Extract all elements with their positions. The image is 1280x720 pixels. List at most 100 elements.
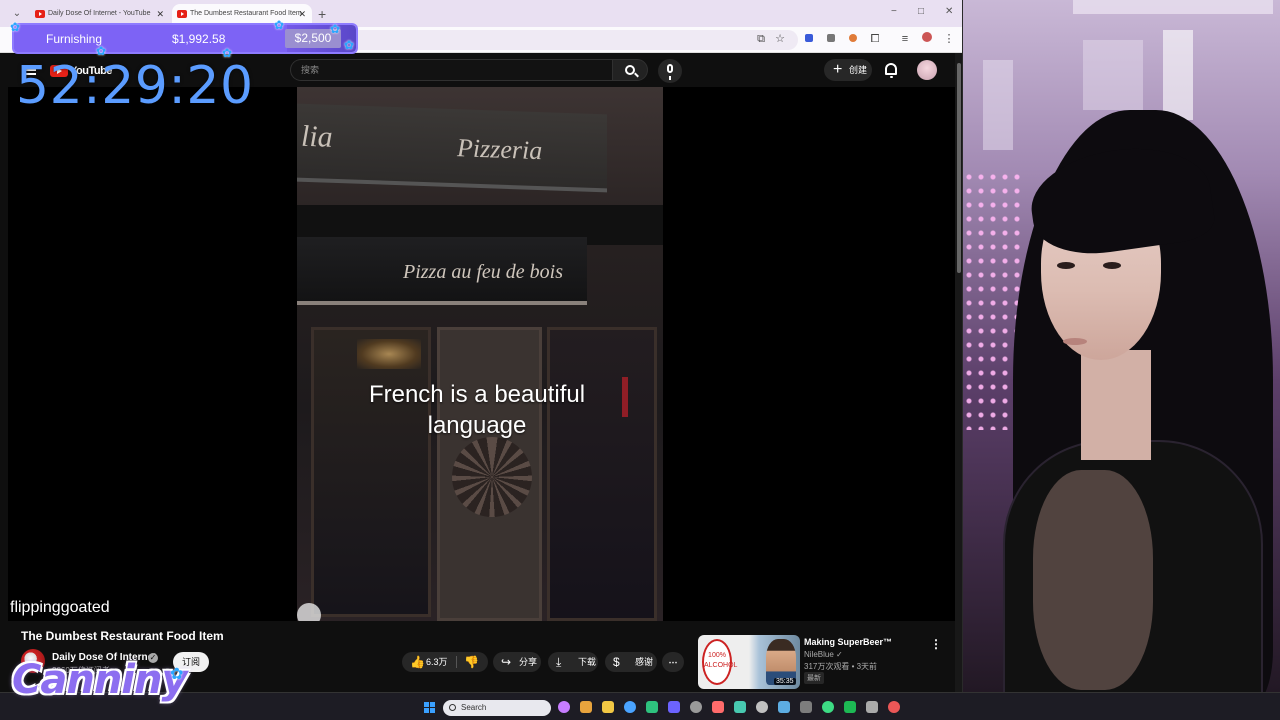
restaurant-window [547, 327, 657, 621]
windows-start-icon[interactable] [424, 702, 435, 713]
taskbar-app-icon[interactable] [844, 701, 856, 713]
goal-current-amount: $1,992.58 [172, 32, 226, 46]
sign-text: Pizza au feu de bois [403, 261, 563, 283]
caption-line: French is a beautiful [368, 381, 586, 408]
eye [1057, 262, 1075, 269]
search-button[interactable] [612, 59, 648, 81]
taskbar-app-icon[interactable] [668, 701, 680, 713]
caption-line: language [427, 412, 527, 439]
plus-icon: + [833, 61, 843, 78]
flower-icon: ✿ [10, 20, 21, 34]
profile-icon[interactable] [920, 32, 934, 46]
voice-search-button[interactable] [658, 59, 682, 83]
taskbar-app-icon[interactable] [800, 701, 812, 713]
download-button[interactable]: ⤓ 下载 [548, 652, 598, 672]
video-duration: 35:35 [774, 678, 796, 685]
menu-icon[interactable]: ⋮ [942, 32, 956, 46]
flower-icon: ✿ [330, 22, 341, 36]
streamer-logo: Canniny [12, 657, 188, 703]
taskbar-app-icon[interactable] [580, 701, 592, 713]
install-icon[interactable]: ⧉ [754, 32, 768, 46]
tab-title: Daily Dose Of Internet - YouTube [48, 10, 151, 17]
like-icon[interactable]: 👍 [410, 652, 425, 672]
share-button[interactable]: ↪ 分享 [493, 652, 541, 672]
like-count[interactable]: 6.3万 [426, 652, 448, 672]
like-dislike-group: 👍 6.3万 👎 [402, 652, 488, 672]
recommended-thumbnail[interactable]: 100% ALCOHOL 35:35 [698, 635, 800, 689]
door-fan-ornament [452, 437, 532, 517]
close-window-button[interactable]: ✕ [945, 6, 953, 17]
taskbar-app-icon[interactable] [778, 701, 790, 713]
new-tab-button[interactable]: + [318, 6, 326, 22]
new-badge: 最新 [804, 672, 824, 684]
minimize-button[interactable]: − [891, 6, 897, 17]
media-icon[interactable]: ≡ [898, 32, 912, 46]
download-label: 下载 [578, 657, 597, 667]
search-icon [449, 704, 456, 711]
taskbar-app-icon[interactable] [712, 701, 724, 713]
recommended-meta: 317万次观看 • 3天前 [804, 662, 878, 671]
taskbar-search-input[interactable]: Search [443, 700, 551, 716]
thanks-icon: $ [613, 655, 620, 669]
lips [1063, 338, 1087, 345]
pizzeria-sign: lia Pizzeria [297, 103, 607, 193]
tab-daily-dose[interactable]: Daily Dose Of Internet - YouTube ✕ [30, 4, 170, 27]
puzzle-icon[interactable]: ⧠ [868, 32, 882, 46]
jar [1163, 30, 1193, 120]
taskbar-app-icon[interactable] [822, 701, 834, 713]
extension-icon[interactable] [846, 32, 860, 46]
recommended-menu-icon[interactable]: ⋮ [930, 637, 942, 651]
subathon-timer: 52:29:20 [16, 56, 254, 116]
streamer-chest [1033, 470, 1153, 690]
recommended-channel[interactable]: NileBlue ✓ [804, 650, 843, 659]
divider [456, 656, 457, 668]
taskbar-app-icon[interactable] [888, 701, 900, 713]
taskbar-app-icon[interactable] [866, 701, 878, 713]
windows-taskbar: Search [0, 692, 1280, 720]
flower-icon: ✿ [274, 18, 285, 32]
video-player[interactable]: lia Pizzeria Pizza au feu de bois French… [8, 87, 955, 621]
scrollbar-thumb[interactable] [957, 63, 961, 273]
taskbar-app-icon[interactable] [646, 701, 658, 713]
taskbar-app-icon[interactable] [756, 701, 768, 713]
video-frame: lia Pizzeria Pizza au feu de bois French… [297, 87, 663, 621]
donation-goal-bar: Furnishing $1,992.58 $2,500 [14, 25, 356, 52]
webcam-feed [963, 0, 1280, 692]
taskbar-app-icon[interactable] [624, 701, 636, 713]
taskbar-app-icon[interactable] [558, 701, 570, 713]
account-avatar[interactable] [917, 60, 937, 80]
taskbar-app-icon[interactable] [734, 701, 746, 713]
books [1083, 40, 1143, 110]
bookmark-star-icon[interactable]: ☆ [773, 32, 787, 46]
search-icon [625, 65, 635, 75]
more-actions-button[interactable]: ⋯ [662, 652, 684, 672]
tab-close-icon[interactable]: ✕ [156, 4, 164, 24]
thanks-button[interactable]: $ 感谢 [605, 652, 657, 672]
shelf [983, 60, 1013, 150]
taskbar-app-icon[interactable] [602, 701, 614, 713]
recommended-video[interactable]: 100% ALCOHOL 35:35 Making SuperBeer™ Nil… [698, 635, 948, 691]
taskbar-app-icon[interactable] [690, 701, 702, 713]
chat-username: flippinggoated [10, 599, 110, 616]
cursor-indicator [297, 603, 321, 621]
tab-title: The Dumbest Restaurant Food Item [190, 10, 302, 17]
extension-icon[interactable] [802, 32, 816, 46]
thanks-label: 感谢 [635, 657, 654, 667]
create-button[interactable]: + 创建 [824, 59, 872, 81]
restaurant-window [311, 327, 431, 617]
recommended-title[interactable]: Making SuperBeer™ [804, 637, 892, 647]
microphone-icon [667, 64, 673, 80]
youtube-favicon-icon [35, 10, 45, 18]
tab-dumbest-restaurant[interactable]: The Dumbest Restaurant Food Item ✕ [172, 4, 312, 27]
eye [1103, 262, 1121, 269]
tab-close-icon[interactable]: ✕ [298, 4, 306, 24]
search-input[interactable]: 搜索 [290, 59, 612, 81]
maximize-button[interactable]: □ [918, 6, 924, 17]
extension-icon[interactable] [824, 32, 838, 46]
notifications-bell-icon[interactable] [885, 63, 897, 78]
address-bar[interactable] [300, 30, 798, 50]
tab-strip: ⌄ Daily Dose Of Internet - YouTube ✕ The… [0, 0, 962, 27]
dislike-icon[interactable]: 👎 [464, 652, 479, 672]
sign-text: lia [301, 119, 333, 154]
page-scrollbar[interactable] [955, 53, 962, 692]
